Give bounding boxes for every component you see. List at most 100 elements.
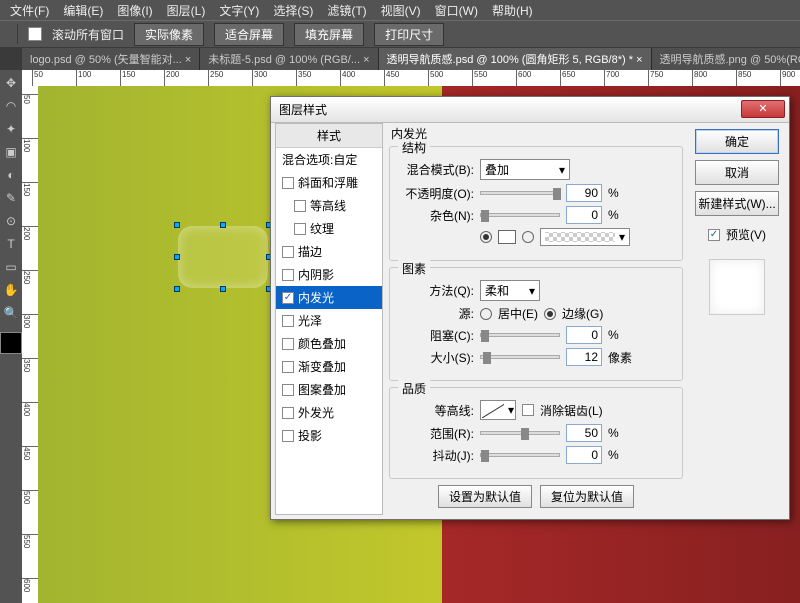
stamp-tool[interactable]: ⊙ — [0, 210, 22, 232]
document-tab[interactable]: 透明导航质感.png @ 50%(RG... — [652, 48, 800, 70]
wand-tool[interactable]: ✦ — [0, 118, 22, 140]
menu-item[interactable]: 图层(L) — [161, 0, 212, 21]
menu-item[interactable]: 编辑(E) — [57, 0, 109, 21]
document-tab[interactable]: 未标题-5.psd @ 100% (RGB/... × — [200, 48, 378, 70]
opacity-value[interactable]: 90 — [566, 184, 602, 202]
style-checkbox[interactable] — [282, 177, 294, 189]
layer-style-dialog: 图层样式 ✕ 样式 混合选项:自定 斜面和浮雕等高线纹理描边内阴影✓内发光光泽颜… — [270, 96, 790, 520]
noise-slider[interactable] — [480, 213, 560, 217]
move-tool[interactable]: ✥ — [0, 72, 22, 94]
antialias-checkbox[interactable] — [522, 404, 534, 416]
style-checkbox[interactable] — [282, 361, 294, 373]
lasso-tool[interactable]: ◠ — [0, 95, 22, 117]
contour-select[interactable]: ▾ — [480, 400, 516, 420]
fill-screen-button[interactable]: 填充屏幕 — [294, 23, 364, 46]
style-settings: 内发光 结构 混合模式(B): 叠加▾ 不透明度(O): 90 % 杂色(N):… — [383, 123, 689, 515]
source-edge-radio[interactable] — [544, 308, 556, 320]
rect-tool[interactable]: ▭ — [0, 256, 22, 278]
preview-checkbox[interactable]: ✓ — [708, 229, 720, 241]
style-row[interactable]: 纹理 — [276, 217, 382, 240]
document-tab[interactable]: logo.psd @ 50% (矢量智能对... × — [22, 48, 200, 70]
set-default-button[interactable]: 设置为默认值 — [438, 485, 532, 508]
style-row[interactable]: 投影 — [276, 424, 382, 447]
range-slider[interactable] — [480, 431, 560, 435]
style-checkbox[interactable] — [282, 315, 294, 327]
size-slider[interactable] — [480, 355, 560, 359]
blend-options-row[interactable]: 混合选项:自定 — [276, 148, 382, 171]
style-row[interactable]: 渐变叠加 — [276, 355, 382, 378]
blend-mode-label: 混合模式(B): — [400, 161, 474, 178]
brush-tool[interactable]: ✎ — [0, 187, 22, 209]
style-label: 颜色叠加 — [298, 335, 346, 352]
handle[interactable] — [174, 254, 180, 260]
style-checkbox[interactable] — [282, 338, 294, 350]
handle[interactable] — [220, 286, 226, 292]
dialog-titlebar[interactable]: 图层样式 ✕ — [271, 97, 789, 123]
style-checkbox[interactable] — [282, 384, 294, 396]
text-tool[interactable]: T — [0, 233, 22, 255]
group-quality: 品质 — [398, 380, 430, 397]
style-row[interactable]: 光泽 — [276, 309, 382, 332]
jitter-slider[interactable] — [480, 453, 560, 457]
styles-header[interactable]: 样式 — [276, 124, 382, 148]
gradient-radio[interactable] — [522, 231, 534, 243]
style-checkbox[interactable] — [282, 246, 294, 258]
handle[interactable] — [174, 222, 180, 228]
print-size-button[interactable]: 打印尺寸 — [374, 23, 444, 46]
handle[interactable] — [220, 222, 226, 228]
method-select[interactable]: 柔和▾ — [480, 280, 540, 301]
menu-item[interactable]: 选择(S) — [267, 0, 319, 21]
style-checkbox[interactable] — [294, 200, 306, 212]
color-swatch[interactable] — [498, 230, 516, 244]
source-center-radio[interactable] — [480, 308, 492, 320]
handle[interactable] — [174, 286, 180, 292]
choke-slider[interactable] — [480, 333, 560, 337]
menu-item[interactable]: 视图(V) — [375, 0, 427, 21]
style-row[interactable]: 描边 — [276, 240, 382, 263]
blend-mode-select[interactable]: 叠加▾ — [480, 159, 570, 180]
menu-item[interactable]: 窗口(W) — [429, 0, 484, 21]
style-checkbox[interactable]: ✓ — [282, 292, 294, 304]
menu-item[interactable]: 图像(I) — [111, 0, 158, 21]
menu-item[interactable]: 帮助(H) — [486, 0, 539, 21]
style-row[interactable]: 图案叠加 — [276, 378, 382, 401]
style-label: 光泽 — [298, 312, 322, 329]
gradient-select[interactable]: ▾ — [540, 228, 630, 246]
reset-default-button[interactable]: 复位为默认值 — [540, 485, 634, 508]
style-checkbox[interactable] — [282, 269, 294, 281]
style-row[interactable]: 内阴影 — [276, 263, 382, 286]
menu-item[interactable]: 文字(Y) — [213, 0, 265, 21]
style-row[interactable]: 等高线 — [276, 194, 382, 217]
style-checkbox[interactable] — [282, 430, 294, 442]
ruler-vertical: 5010015020025030035040045050055060065070… — [22, 86, 38, 603]
document-tab[interactable]: 透明导航质感.psd @ 100% (圆角矩形 5, RGB/8*) * × — [379, 48, 652, 70]
opacity-slider[interactable] — [480, 191, 560, 195]
ok-button[interactable]: 确定 — [695, 129, 779, 154]
close-button[interactable]: ✕ — [741, 100, 785, 118]
style-checkbox[interactable] — [294, 223, 306, 235]
selected-shape[interactable] — [178, 226, 268, 288]
style-row[interactable]: 外发光 — [276, 401, 382, 424]
eyedropper-tool[interactable]: ◐ — [0, 164, 22, 186]
fit-screen-button[interactable]: 适合屏幕 — [214, 23, 284, 46]
style-checkbox[interactable] — [282, 407, 294, 419]
range-value[interactable]: 50 — [566, 424, 602, 442]
scroll-checkbox[interactable] — [28, 27, 42, 41]
actual-pixels-button[interactable]: 实际像素 — [134, 23, 204, 46]
size-value[interactable]: 12 — [566, 348, 602, 366]
style-row[interactable]: ✓内发光 — [276, 286, 382, 309]
style-row[interactable]: 颜色叠加 — [276, 332, 382, 355]
cancel-button[interactable]: 取消 — [695, 160, 779, 185]
new-style-button[interactable]: 新建样式(W)... — [695, 191, 779, 216]
menu-item[interactable]: 滤镜(T) — [321, 0, 372, 21]
zoom-tool[interactable]: 🔍 — [0, 302, 22, 324]
crop-tool[interactable]: ▣ — [0, 141, 22, 163]
menu-item[interactable]: 文件(F) — [4, 0, 55, 21]
noise-value[interactable]: 0 — [566, 206, 602, 224]
hand-tool[interactable]: ✋ — [0, 279, 22, 301]
color-radio[interactable] — [480, 231, 492, 243]
style-row[interactable]: 斜面和浮雕 — [276, 171, 382, 194]
choke-value[interactable]: 0 — [566, 326, 602, 344]
jitter-value[interactable]: 0 — [566, 446, 602, 464]
swatch-fg[interactable] — [0, 332, 22, 354]
